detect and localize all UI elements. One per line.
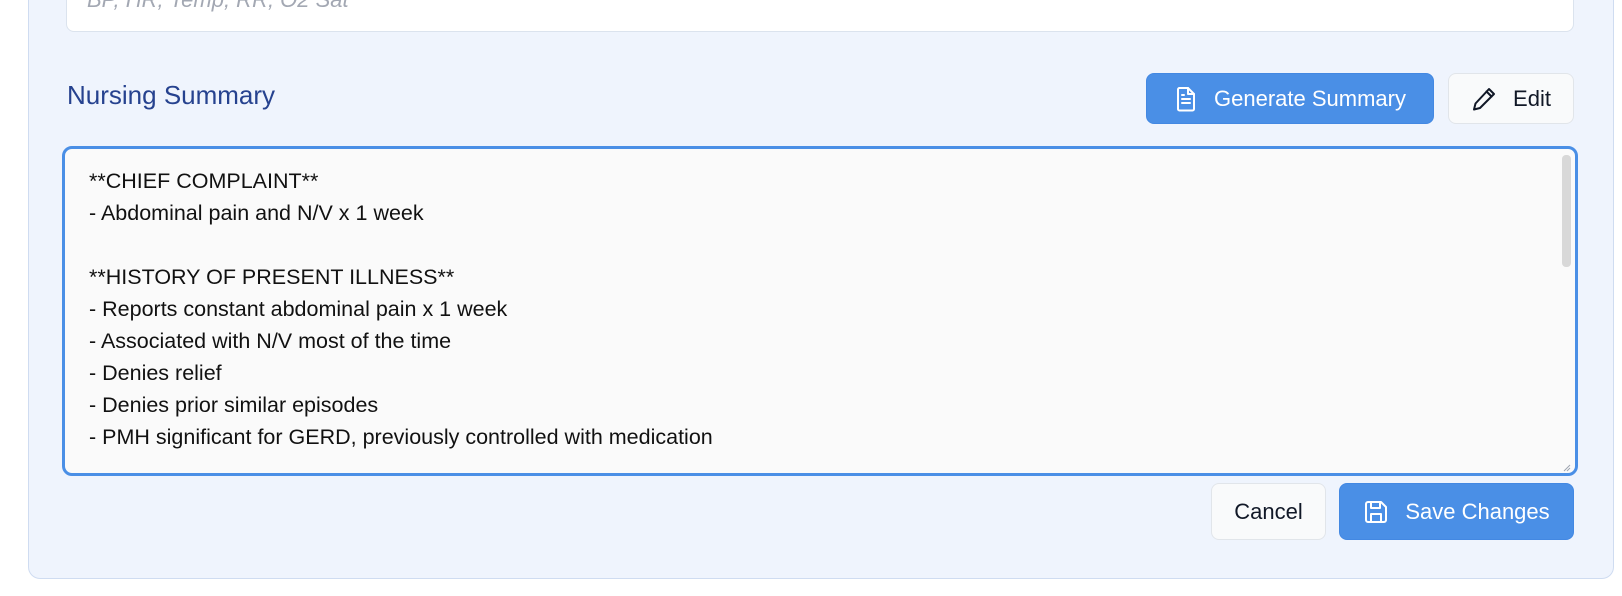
resize-grip-icon[interactable] [1561, 459, 1571, 472]
save-changes-button[interactable]: Save Changes [1339, 483, 1574, 540]
summary-line: **HISTORY OF PRESENT ILLNESS** [89, 265, 455, 289]
cancel-label: Cancel [1234, 498, 1303, 524]
vitals-input[interactable]: BP, HR, Temp, RR, O2 Sat [66, 0, 1574, 32]
section-title: Nursing Summary [67, 80, 276, 110]
pencil-icon [1471, 86, 1497, 112]
summary-line: - Denies prior similar episodes [89, 393, 379, 417]
summary-line: **CHIEF COMPLAINT** [89, 169, 319, 193]
generate-summary-button[interactable]: Generate Summary [1146, 73, 1434, 124]
summary-line [89, 229, 1545, 261]
edit-label: Edit [1513, 85, 1551, 111]
save-changes-label: Save Changes [1405, 498, 1550, 524]
summary-text: **CHIEF COMPLAINT** - Abdominal pain and … [89, 165, 1545, 453]
summary-line: - Associated with N/V most of the time [89, 329, 452, 353]
summary-line: - Abdominal pain and N/V x 1 week [89, 201, 424, 225]
document-icon [1174, 86, 1198, 112]
summary-line: - PMH significant for GERD, previously c… [89, 425, 713, 449]
vitals-placeholder: BP, HR, Temp, RR, O2 Sat [87, 0, 349, 12]
cancel-button[interactable]: Cancel [1211, 483, 1326, 540]
floppy-disk-icon [1363, 499, 1389, 525]
summary-line: - Denies relief [89, 361, 222, 385]
textarea-scrollbar[interactable] [1562, 155, 1571, 267]
summary-textarea[interactable]: **CHIEF COMPLAINT** - Abdominal pain and … [62, 146, 1578, 476]
generate-summary-label: Generate Summary [1214, 85, 1406, 111]
summary-line: - Reports constant abdominal pain x 1 we… [89, 297, 508, 321]
edit-button[interactable]: Edit [1448, 73, 1574, 124]
